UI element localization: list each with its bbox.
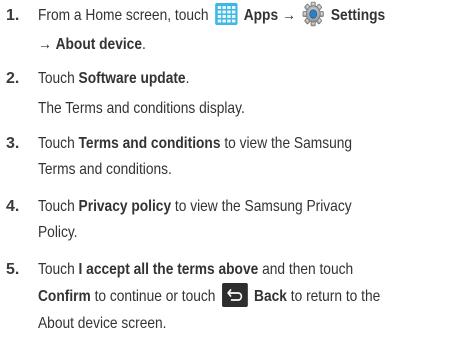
- step-text: Touch: [38, 70, 79, 87]
- step-text: Touch: [38, 261, 79, 278]
- step-number: 2.: [6, 70, 20, 87]
- step-line: The Terms and conditions display.: [38, 95, 245, 122]
- step-number: 1.: [6, 7, 20, 24]
- back-label: Back: [254, 288, 287, 305]
- software-update-label: Software update: [78, 70, 186, 87]
- step-text: Touch: [38, 198, 79, 215]
- settings-gear-icon: [302, 1, 324, 27]
- step-text: and then touch: [258, 261, 354, 278]
- step-line: Touch Terms and conditions to view the S…: [38, 130, 352, 157]
- step-text: to return to the: [286, 288, 381, 305]
- instruction-document: 1. From a Home screen, touch Apps → Sett…: [0, 0, 473, 339]
- step-line: Confirm to continue or touch Back to ret…: [38, 282, 381, 310]
- about-device-label: About device: [55, 36, 142, 53]
- apps-grid-icon: [214, 2, 238, 25]
- accept-terms-label: I accept all the terms above: [78, 261, 259, 278]
- confirm-label: Confirm: [38, 288, 91, 305]
- settings-label: Settings: [330, 7, 386, 24]
- arrow: →: [281, 7, 296, 24]
- step-text: Policy.: [38, 224, 78, 241]
- back-arrow-icon: [221, 282, 248, 307]
- period: .: [141, 36, 146, 53]
- apps-label: Apps: [243, 7, 279, 24]
- step-number: 5.: [6, 261, 20, 278]
- privacy-policy-label: Privacy policy: [78, 198, 172, 215]
- step-line: Terms and conditions.: [38, 156, 172, 183]
- period: .: [185, 70, 190, 87]
- terms-label: Terms and conditions: [78, 135, 221, 152]
- step-text: About device screen.: [38, 315, 167, 332]
- step-text: to view the Samsung Privacy: [171, 198, 352, 215]
- step-number: 3.: [6, 135, 20, 152]
- step-line: Touch Software update.: [38, 65, 189, 92]
- step-line: Policy.: [38, 219, 78, 246]
- step-text: to continue or touch: [90, 288, 216, 305]
- step-line: Touch Privacy policy to view the Samsung…: [38, 193, 352, 220]
- step-number: 4.: [6, 198, 20, 215]
- step-text: Touch: [38, 135, 79, 152]
- step-text: From a Home screen, touch: [38, 7, 209, 24]
- step-line: About device screen.: [38, 310, 167, 337]
- arrow: →: [38, 36, 52, 53]
- step-text: Terms and conditions.: [38, 161, 172, 178]
- step-line: → About device.: [38, 31, 146, 58]
- step-line: Touch I accept all the terms above and t…: [38, 256, 353, 283]
- step-text: to view the Samsung: [220, 135, 353, 152]
- step-line: From a Home screen, touch Apps → Setting…: [38, 1, 386, 29]
- step-text: The Terms and conditions display.: [38, 100, 245, 117]
